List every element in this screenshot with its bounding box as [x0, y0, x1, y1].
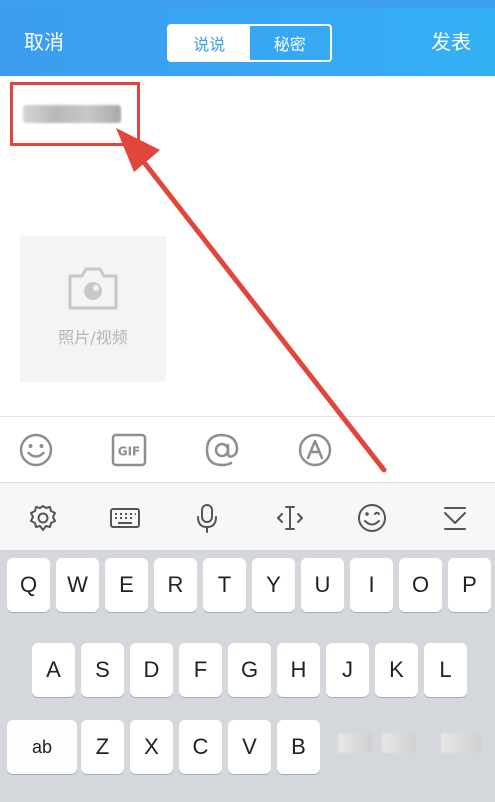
key-y[interactable]: Y: [252, 558, 295, 612]
key-u[interactable]: U: [301, 558, 344, 612]
emoji-icon[interactable]: [356, 502, 388, 534]
pixelated-area: [338, 733, 372, 753]
post-type-toggle: 说说 秘密: [167, 24, 332, 62]
cancel-button[interactable]: 取消: [24, 28, 64, 56]
key-w[interactable]: W: [56, 558, 99, 612]
key-z[interactable]: Z: [81, 720, 124, 774]
key-p[interactable]: P: [448, 558, 491, 612]
key-i[interactable]: I: [350, 558, 393, 612]
key-o[interactable]: O: [399, 558, 442, 612]
key-s[interactable]: S: [81, 643, 124, 697]
cursor-icon[interactable]: [274, 502, 306, 534]
key-l[interactable]: L: [424, 643, 467, 697]
key-f[interactable]: F: [179, 643, 222, 697]
collapse-keyboard-icon[interactable]: [439, 502, 471, 534]
tab-secret[interactable]: 秘密: [250, 26, 331, 60]
tab-shuoshuo[interactable]: 说说: [169, 26, 250, 60]
key-d[interactable]: D: [130, 643, 173, 697]
blurred-text: [23, 105, 121, 123]
key-a[interactable]: A: [32, 643, 75, 697]
key-x[interactable]: X: [130, 720, 173, 774]
pixelated-area: [382, 733, 416, 753]
top-nav-bar: 取消 说说 秘密 发表: [0, 0, 495, 76]
key-q[interactable]: Q: [7, 558, 50, 612]
key-t[interactable]: T: [203, 558, 246, 612]
keyboard-icon[interactable]: [109, 502, 141, 534]
camera-icon: [68, 267, 118, 310]
key-k[interactable]: K: [375, 643, 418, 697]
microphone-icon[interactable]: [191, 502, 223, 534]
key-v[interactable]: V: [228, 720, 271, 774]
publish-button[interactable]: 发表: [431, 28, 471, 56]
gif-icon[interactable]: GIF: [111, 432, 147, 468]
key-ab[interactable]: ab: [7, 720, 77, 774]
add-photo-video-button[interactable]: 照片/视频: [20, 236, 166, 382]
text-input-highlight[interactable]: [10, 82, 140, 146]
keyboard-toolbar: [0, 482, 495, 550]
key-e[interactable]: E: [105, 558, 148, 612]
on-screen-keyboard: QWERTYUIOP ASDFGHJKL ab Z X C V B: [0, 550, 495, 802]
key-g[interactable]: G: [228, 643, 271, 697]
key-r[interactable]: R: [154, 558, 197, 612]
photo-video-label: 照片/视频: [58, 328, 128, 347]
status-bar: [0, 0, 495, 8]
compose-toolbar: GIF: [0, 416, 495, 482]
font-style-icon[interactable]: [297, 432, 333, 468]
key-j[interactable]: J: [326, 643, 369, 697]
key-c[interactable]: C: [179, 720, 222, 774]
smiley-icon[interactable]: [18, 432, 54, 468]
gear-icon[interactable]: [27, 502, 59, 534]
key-b[interactable]: B: [277, 720, 320, 774]
gif-icon-label: GIF: [118, 445, 141, 459]
compose-area: 照片/视频: [0, 76, 495, 482]
pixelated-area: [441, 733, 481, 753]
at-icon[interactable]: [204, 432, 240, 468]
key-h[interactable]: H: [277, 643, 320, 697]
